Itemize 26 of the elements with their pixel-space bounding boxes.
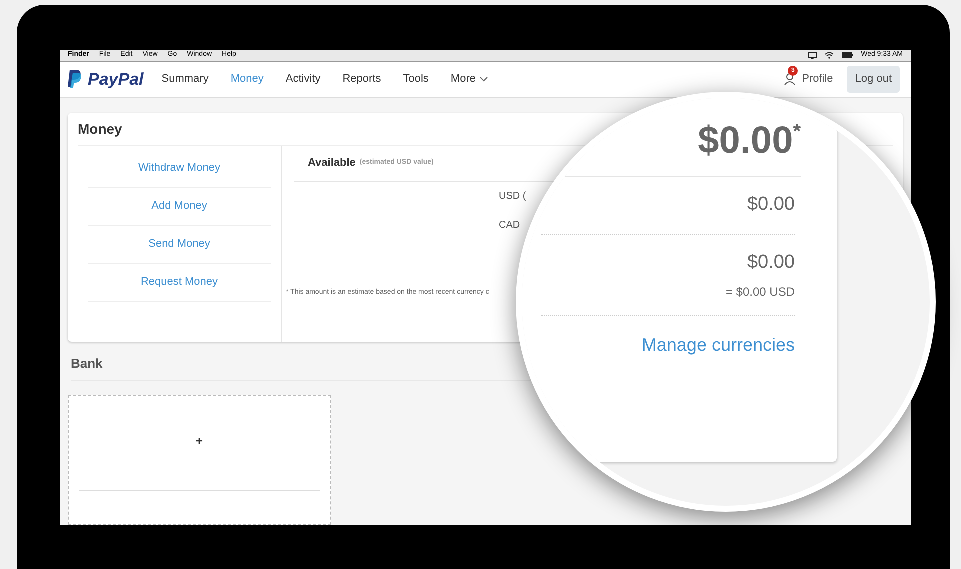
wifi-icon[interactable]: [825, 52, 834, 59]
currency-balance: $0.00: [747, 250, 795, 274]
profile-link[interactable]: Profile: [802, 71, 834, 88]
currency-code: CAD: [499, 219, 520, 233]
currency-balance: $0.00: [747, 193, 795, 217]
section-title: Bank: [71, 355, 103, 374]
nav-tab[interactable]: Tools: [403, 71, 429, 88]
logout-button[interactable]: Log out: [847, 66, 900, 92]
footnote-asterisk: *: [793, 122, 801, 142]
chevron-down-icon: [480, 76, 488, 82]
nav-tab[interactable]: Activity: [286, 71, 321, 88]
converted-balance: = $0.00 USD: [726, 284, 795, 301]
add-bank-card[interactable]: +: [68, 395, 331, 525]
battery-icon[interactable]: [842, 52, 854, 58]
nav-tab[interactable]: Reports: [342, 71, 382, 88]
currency-code: USD (: [499, 190, 526, 204]
available-label: Available: [308, 156, 356, 172]
screen-share-icon[interactable]: [808, 52, 818, 59]
paypal-logo-icon: [68, 70, 82, 88]
more-menu[interactable]: More: [450, 71, 488, 88]
total-balance: $0.00: [698, 122, 794, 160]
user-icon[interactable]: [784, 73, 796, 86]
paypal-wordmark[interactable]: PayPal: [88, 66, 144, 92]
nav-tab[interactable]: Summary: [162, 71, 209, 88]
add-symbol[interactable]: +: [196, 432, 203, 450]
card-title: Money: [78, 120, 122, 139]
